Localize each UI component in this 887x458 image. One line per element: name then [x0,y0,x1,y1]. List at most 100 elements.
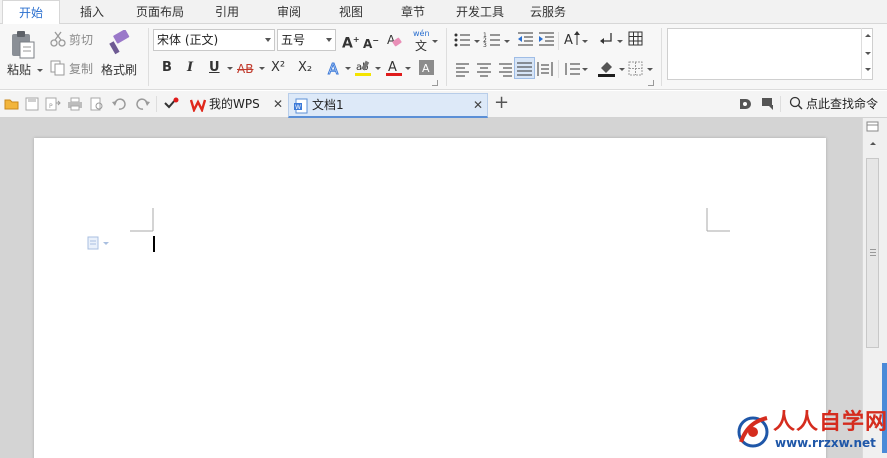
phonetic-guide-icon[interactable]: wén 文 [412,29,434,53]
font-color-dropdown-arrow[interactable] [405,67,411,70]
clear-format-icon[interactable]: A [386,32,402,48]
text-direction-icon[interactable]: A [563,30,583,50]
tab-chapter[interactable]: 章节 [388,0,438,24]
text-effect-dropdown-arrow[interactable] [345,67,351,70]
quick-access-bar: P 我的WPS ✕ W 文档1 ✕ + 点此查找命令 [0,91,887,118]
skin-icon[interactable] [738,97,752,111]
borders-icon[interactable] [628,61,644,77]
tab-page-layout[interactable]: 页面布局 [126,0,194,24]
align-center-icon[interactable] [476,61,492,77]
grow-font-icon[interactable]: A+ [342,32,360,52]
word-document-icon: W [294,98,308,114]
borders-dropdown-arrow[interactable] [647,68,653,71]
chevron-down-icon [326,38,332,42]
phonetic-dropdown-arrow[interactable] [432,40,438,43]
char-shading-icon[interactable]: A [418,59,436,77]
tab-cloud-service[interactable]: 云服务 [522,0,574,24]
table-grid-icon[interactable] [628,30,644,48]
font-dialog-launcher[interactable] [432,80,438,86]
vertical-scrollbar[interactable] [862,118,887,458]
svg-text:P: P [49,103,53,110]
close-icon[interactable]: ✕ [473,98,483,112]
tab-my-wps[interactable]: 我的WPS ✕ [186,93,286,118]
show-marks-icon[interactable] [599,31,615,47]
open-folder-icon[interactable] [4,97,20,111]
align-right-icon[interactable] [497,61,513,77]
superscript-button[interactable]: X² [271,60,285,76]
separator [156,96,157,112]
scroll-up-icon[interactable] [870,142,876,145]
bullet-list-icon[interactable] [453,31,473,49]
ribbon-home: 粘贴 剪切 复制 格式刷 宋体 (正文) 五号 A+ A− A wén 文 B … [0,24,887,90]
text-cursor [153,236,155,252]
tab-references[interactable]: 引用 [202,0,252,24]
phonetic-char: 文 [415,39,428,53]
shading-dropdown-arrow[interactable] [619,68,625,71]
text-direction-dropdown-arrow[interactable] [582,40,588,43]
tab-view[interactable]: 视图 [326,0,376,24]
distribute-icon[interactable] [537,61,553,77]
tab-developer[interactable]: 开发工具 [446,0,514,24]
document-page[interactable] [34,138,826,458]
tab-document-1[interactable]: W 文档1 ✕ [288,93,488,118]
justify-button[interactable] [514,57,535,79]
bold-button[interactable]: B [162,60,172,76]
underline-button[interactable]: U [209,60,220,76]
styles-gallery-scroll[interactable] [861,28,873,80]
strikethrough-button[interactable]: AB [237,61,253,77]
tab-review[interactable]: 审阅 [264,0,314,24]
close-icon[interactable]: ✕ [273,97,283,111]
scroll-thumb[interactable] [866,158,879,348]
text-effect-icon[interactable]: A [326,59,346,78]
save-icon[interactable] [25,97,39,111]
cut-button[interactable]: 剪切 [69,33,93,47]
numbering-dropdown-arrow[interactable] [504,40,510,43]
paste-dropdown-arrow[interactable] [37,69,43,72]
highlight-dropdown-arrow[interactable] [375,67,381,70]
svg-text:A: A [564,33,573,48]
italic-button[interactable]: I [187,60,193,76]
line-spacing-icon[interactable] [563,61,581,77]
group-separator [446,28,447,86]
chevron-up-icon[interactable] [865,34,871,37]
tab-home[interactable]: 开始 [2,0,60,25]
customize-toolbar-icon[interactable] [163,97,179,111]
paste-icon[interactable] [8,30,38,62]
paste-button[interactable]: 粘贴 [7,63,31,77]
subscript-button[interactable]: X₂ [298,60,312,76]
font-name-select[interactable]: 宋体 (正文) [153,29,275,51]
bullet-dropdown-arrow[interactable] [474,40,480,43]
chevron-down-icon[interactable] [865,52,871,55]
shrink-font-icon[interactable]: A− [363,33,379,52]
increase-indent-icon[interactable] [538,31,556,49]
tab-insert[interactable]: 插入 [66,0,118,24]
numbered-list-icon[interactable]: 1 2 3 [483,31,503,49]
font-size-select[interactable]: 五号 [277,29,336,51]
font-name-value: 宋体 (正文) [157,33,219,47]
show-marks-dropdown-arrow[interactable] [617,40,623,43]
highlight-icon[interactable]: ab [354,58,374,78]
print-icon[interactable] [67,97,83,111]
paragraph-layout-icon[interactable] [87,236,111,250]
format-painter-button[interactable]: 格式刷 [101,63,137,77]
align-left-icon[interactable] [455,61,471,77]
export-pdf-icon[interactable]: P [45,97,61,111]
styles-gallery[interactable] [667,28,873,80]
new-tab-plus-icon[interactable]: + [494,93,509,113]
decrease-indent-icon[interactable] [517,31,535,49]
line-spacing-dropdown-arrow[interactable] [582,68,588,71]
copy-button[interactable]: 复制 [69,62,93,76]
format-painter-icon[interactable] [108,30,132,56]
paragraph-dialog-launcher[interactable] [648,80,654,86]
feedback-icon[interactable] [761,97,775,111]
strike-dropdown-arrow[interactable] [259,67,265,70]
expand-gallery-icon[interactable] [865,68,871,71]
print-preview-icon[interactable] [90,97,104,111]
underline-dropdown-arrow[interactable] [227,67,233,70]
redo-icon[interactable] [136,97,150,111]
ruler-toggle-icon[interactable] [866,121,880,133]
svg-text:A: A [328,60,339,77]
undo-icon[interactable] [112,97,126,111]
font-color-icon[interactable]: A [385,58,403,78]
shading-icon[interactable] [597,58,617,78]
